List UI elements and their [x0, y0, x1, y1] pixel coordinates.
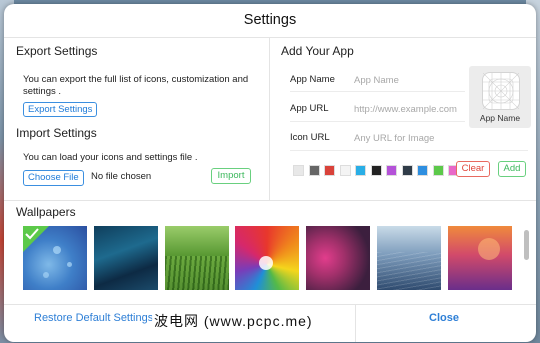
restore-default-settings-button[interactable]: Restore Default Settings — [34, 312, 153, 324]
file-status: No file chosen — [91, 171, 152, 182]
color-swatch[interactable] — [417, 165, 428, 176]
export-settings-heading: Export Settings — [16, 44, 98, 58]
field-separator — [290, 121, 465, 122]
app-url-input[interactable] — [354, 102, 466, 116]
import-description: You can load your icons and settings fil… — [23, 152, 198, 163]
wallpapers-scrollbar[interactable] — [524, 230, 529, 260]
color-swatch[interactable] — [386, 165, 397, 176]
color-swatch[interactable] — [339, 165, 351, 176]
color-swatch[interactable] — [355, 165, 366, 176]
wallpaper-thumb-5[interactable] — [306, 226, 370, 290]
color-swatch[interactable] — [308, 165, 320, 176]
app-url-label: App URL — [290, 103, 329, 114]
checkmark-icon — [25, 228, 39, 240]
wallpaper-thumb-2[interactable] — [94, 226, 158, 290]
color-swatch[interactable] — [324, 165, 335, 176]
color-swatch[interactable] — [432, 165, 444, 176]
add-app-heading: Add Your App — [281, 44, 354, 58]
settings-dialog: Settings Export Settings You can export … — [4, 4, 536, 342]
export-settings-button[interactable]: Export Settings — [23, 102, 98, 117]
column-divider — [269, 38, 270, 200]
choose-file-button[interactable]: Choose File — [23, 170, 84, 186]
import-settings-heading: Import Settings — [16, 126, 97, 140]
section-divider — [4, 200, 536, 201]
close-button[interactable]: Close — [429, 312, 459, 324]
app-name-input[interactable] — [354, 73, 462, 87]
dialog-title: Settings — [4, 4, 536, 38]
icon-grid-icon — [482, 72, 520, 110]
field-separator — [290, 150, 528, 151]
icon-url-input[interactable] — [354, 131, 524, 145]
app-preview-name: App Name — [479, 113, 521, 123]
wallpaper-thumb-4[interactable] — [235, 226, 299, 290]
icon-url-label: Icon URL — [290, 132, 330, 143]
add-button[interactable]: Add — [498, 161, 526, 177]
color-swatch[interactable] — [370, 165, 382, 176]
wallpaper-thumb-6[interactable] — [377, 226, 441, 290]
watermark: 波电网 (www.pcpc.me) — [152, 311, 315, 331]
wallpaper-thumb-3[interactable] — [165, 226, 229, 290]
color-swatch[interactable] — [293, 165, 304, 176]
footer-button-divider — [355, 304, 356, 342]
export-description: You can export the full list of icons, c… — [23, 74, 249, 97]
wallpapers-heading: Wallpapers — [16, 205, 76, 219]
app-name-label: App Name — [290, 74, 335, 85]
footer-divider — [4, 304, 536, 305]
field-separator — [290, 91, 465, 92]
import-button[interactable]: Import — [211, 168, 251, 184]
app-icon-placeholder — [482, 72, 520, 110]
wallpaper-thumb-7[interactable] — [448, 226, 512, 290]
color-swatch[interactable] — [401, 165, 413, 176]
clear-button[interactable]: Clear — [456, 161, 490, 177]
wallpaper-thumb-1[interactable] — [23, 226, 87, 290]
